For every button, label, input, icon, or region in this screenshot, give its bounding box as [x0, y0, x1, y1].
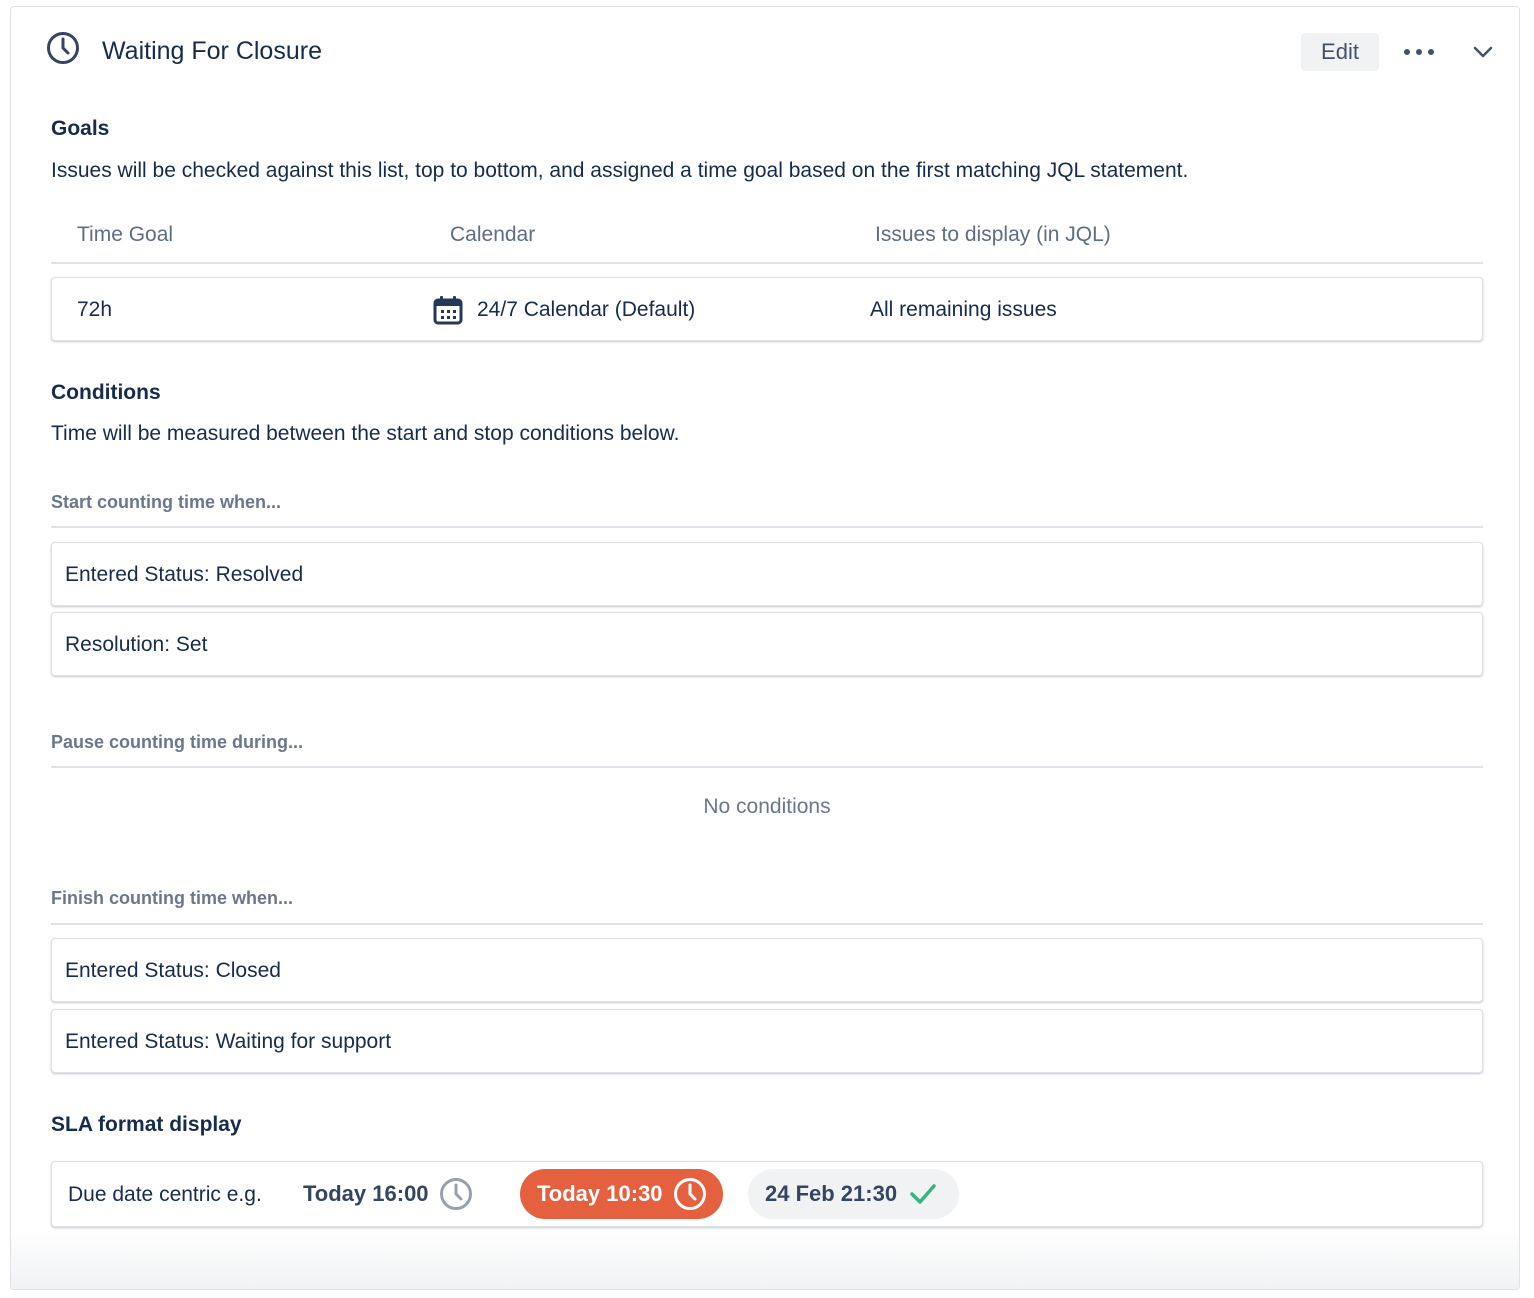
pause-label: Pause counting time during... [51, 732, 304, 752]
sla-example-ongoing: Today 16:00 [303, 1169, 473, 1219]
goals-description: Issues will be checked against this list… [51, 159, 1189, 182]
column-header-issues: Issues to display (in JQL) [875, 223, 1111, 246]
finish-label: Finish counting time when... [51, 888, 293, 908]
sla-example-text: 24 Feb 21:30 [765, 1181, 898, 1206]
edit-button[interactable]: Edit [1301, 33, 1379, 71]
sla-title: Waiting For Closure [102, 37, 322, 65]
divider [51, 526, 1483, 528]
column-header-calendar: Calendar [450, 223, 536, 246]
clock-icon [673, 1177, 707, 1211]
finish-condition-item: Entered Status: Waiting for support [51, 1009, 1483, 1073]
divider [51, 262, 1483, 264]
start-condition-item: Resolution: Set [51, 612, 1483, 676]
clock-icon [439, 1177, 473, 1211]
divider [51, 923, 1483, 925]
sla-example-met: 24 Feb 21:30 [748, 1169, 959, 1219]
sla-card: Waiting For Closure Edit Goals Issues wi… [10, 6, 1520, 1290]
start-condition-item: Entered Status: Resolved [51, 542, 1483, 606]
conditions-description: Time will be measured between the start … [51, 422, 680, 445]
card-header: Waiting For Closure Edit [11, 7, 1519, 99]
check-icon [909, 1182, 937, 1206]
start-label: Start counting time when... [51, 492, 282, 512]
conditions-heading: Conditions [51, 381, 161, 404]
condition-text: Resolution: Set [65, 633, 208, 656]
time-goal-value: 72h [77, 298, 113, 321]
goals-heading: Goals [51, 117, 110, 140]
sla-format-label: Due date centric e.g. [68, 1183, 262, 1206]
calendar-icon [432, 294, 464, 331]
sla-example-text: Today 10:30 [537, 1181, 663, 1206]
sla-example-breached: Today 10:30 [520, 1169, 723, 1219]
chevron-down-icon[interactable] [1469, 37, 1497, 67]
clock-icon [46, 31, 80, 65]
condition-text: Entered Status: Waiting for support [65, 1030, 392, 1053]
condition-text: Entered Status: Resolved [65, 563, 304, 586]
finish-condition-item: Entered Status: Closed [51, 938, 1483, 1002]
no-conditions-text: No conditions [703, 795, 831, 818]
condition-text: Entered Status: Closed [65, 959, 281, 982]
issues-value: All remaining issues [870, 298, 1057, 321]
calendar-value: 24/7 Calendar (Default) [477, 298, 696, 321]
more-icon[interactable] [1401, 37, 1437, 67]
divider [51, 766, 1483, 768]
goal-row[interactable]: 72h 24/7 Calendar (Default) All remainin… [51, 277, 1483, 341]
sla-example-text: Today 16:00 [303, 1181, 429, 1206]
column-header-time-goal: Time Goal [77, 223, 174, 246]
card-footer-fade [11, 1229, 1519, 1289]
sla-format-heading: SLA format display [51, 1113, 242, 1136]
